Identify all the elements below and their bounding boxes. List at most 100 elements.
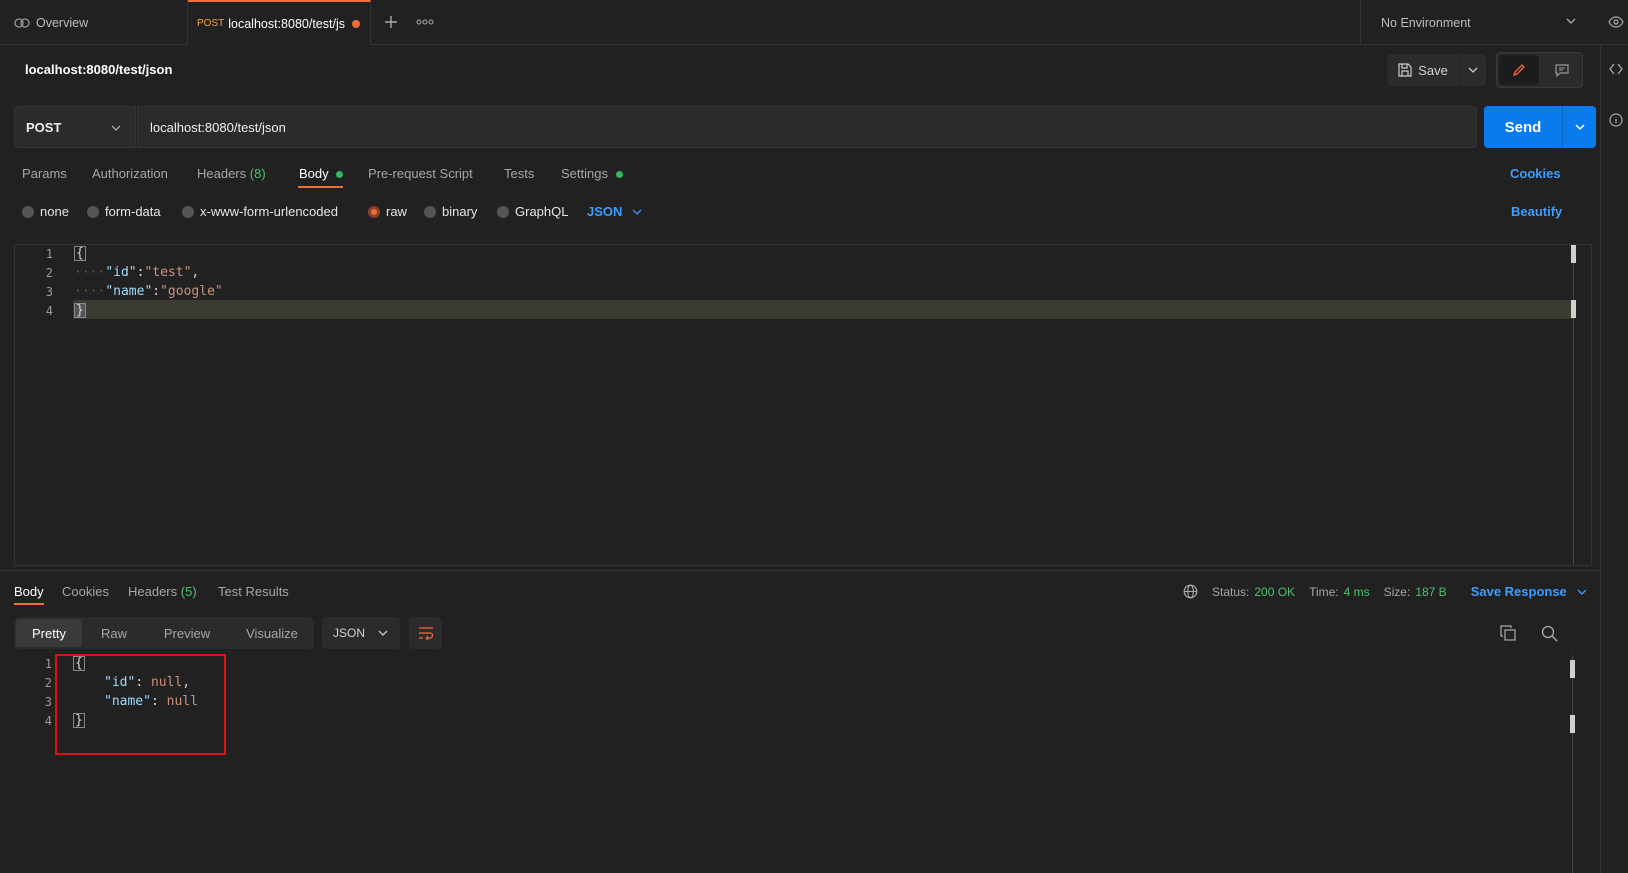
radio-raw[interactable]: [368, 205, 380, 218]
mode-toggle: [1496, 52, 1583, 88]
radio-none[interactable]: [22, 205, 34, 218]
option-urlencoded-label: x-www-form-urlencoded: [200, 204, 338, 219]
json-key: "id": [105, 265, 137, 280]
more-tabs-icon[interactable]: [416, 19, 434, 25]
option-urlencoded[interactable]: x-www-form-urlencoded: [182, 204, 338, 219]
code-icon[interactable]: [1609, 63, 1623, 75]
cookies-link[interactable]: Cookies: [1510, 166, 1561, 181]
line-number: 2: [44, 676, 52, 690]
tab-headers[interactable]: Headers (8): [197, 166, 266, 181]
response-tab-test-results[interactable]: Test Results: [218, 584, 289, 599]
request-body-editor[interactable]: 1 2 3 4 { ····"id":"test", ····"name":"g…: [14, 244, 1592, 566]
wrap-lines-button[interactable]: [409, 617, 442, 649]
view-visualize-button[interactable]: Visualize: [232, 617, 312, 649]
body-format-label: JSON: [587, 204, 623, 219]
unsaved-dot-icon: [351, 19, 360, 28]
line-number: 3: [44, 695, 52, 709]
status-value[interactable]: 200 OK: [1254, 585, 1295, 599]
view-preview-button[interactable]: Preview: [146, 617, 228, 649]
response-tab-cookies[interactable]: Cookies: [62, 584, 109, 599]
send-button[interactable]: Send: [1484, 106, 1562, 148]
response-scrollbar[interactable]: [1572, 655, 1573, 873]
beautify-link[interactable]: Beautify: [1511, 204, 1562, 219]
radio-graphql[interactable]: [497, 205, 509, 218]
comments-button[interactable]: [1543, 55, 1581, 85]
tab-pre-request-script[interactable]: Pre-request Script: [368, 166, 473, 181]
option-binary[interactable]: binary: [424, 204, 477, 219]
view-pretty-button[interactable]: Pretty: [16, 619, 82, 647]
pencil-icon: [1512, 63, 1526, 77]
eye-icon[interactable]: [1608, 15, 1624, 29]
current-line-highlight: [73, 300, 1575, 319]
option-none[interactable]: none: [22, 204, 69, 219]
radio-form-data[interactable]: [87, 205, 99, 218]
size-value[interactable]: 187 B: [1415, 585, 1446, 599]
response-format-select[interactable]: JSON: [322, 617, 400, 649]
size-label: Size:: [1383, 584, 1411, 599]
option-form-data[interactable]: form-data: [87, 204, 161, 219]
method-select[interactable]: POST: [14, 106, 136, 148]
tab-body[interactable]: Body: [299, 166, 344, 181]
tab-body-label: Body: [299, 166, 329, 181]
editor-scrollbar[interactable]: [1573, 245, 1574, 565]
save-button[interactable]: Save: [1387, 54, 1459, 86]
line-number: 1: [44, 657, 52, 671]
json-value: "google": [160, 284, 223, 299]
url-input[interactable]: localhost:8080/test/json: [137, 106, 1477, 148]
save-icon: [1398, 63, 1412, 77]
response-tab-body[interactable]: Body: [14, 584, 44, 599]
json-key: "name": [105, 284, 153, 299]
globe-icon[interactable]: [1183, 584, 1198, 599]
option-raw[interactable]: raw: [368, 204, 407, 219]
json-value: "test": [144, 265, 192, 280]
response-headers-count: (5): [180, 584, 197, 599]
option-graphql[interactable]: GraphQL: [497, 204, 568, 219]
send-options-button[interactable]: [1562, 106, 1596, 148]
time-value[interactable]: 4 ms: [1344, 585, 1370, 599]
request-title[interactable]: localhost:8080/test/json: [25, 62, 172, 77]
option-raw-label: raw: [386, 204, 407, 219]
status-label: Status:: [1212, 584, 1250, 599]
response-tab-headers[interactable]: Headers (5): [128, 584, 197, 599]
chevron-down-icon[interactable]: [1577, 589, 1587, 595]
response-body-viewer[interactable]: 1 2 3 4 { "id": null, "name": null }: [0, 655, 1580, 873]
scroll-marker: [1571, 300, 1576, 318]
save-response-button[interactable]: Save Response: [1471, 584, 1567, 599]
tab-authorization[interactable]: Authorization: [92, 166, 168, 181]
body-format-select[interactable]: JSON: [587, 204, 642, 219]
chevron-down-icon: [378, 630, 388, 636]
tab-settings-label: Settings: [561, 166, 608, 181]
info-icon[interactable]: [1609, 113, 1623, 127]
search-icon[interactable]: [1541, 625, 1558, 642]
tab-params[interactable]: Params: [22, 166, 67, 181]
tab-settings[interactable]: Settings: [561, 166, 623, 181]
response-active-underline: [14, 603, 44, 605]
tab-request[interactable]: POST localhost:8080/test/js: [188, 0, 371, 45]
tab-headers-label: Headers: [197, 166, 247, 181]
edit-button[interactable]: [1499, 55, 1539, 85]
environment-select[interactable]: No Environment: [1360, 0, 1628, 45]
radio-urlencoded[interactable]: [182, 205, 194, 218]
annotation-highlight-box: [55, 654, 226, 755]
new-tab-button[interactable]: [383, 14, 399, 30]
headers-count: (8): [249, 166, 266, 181]
view-raw-button[interactable]: Raw: [86, 617, 142, 649]
line-number: 4: [44, 714, 52, 728]
environment-label: No Environment: [1381, 15, 1471, 30]
tab-tests[interactable]: Tests: [504, 166, 534, 181]
tab-overview[interactable]: Overview: [0, 0, 188, 45]
comment-icon: [1555, 63, 1569, 77]
wrap-icon: [418, 626, 434, 640]
pane-divider[interactable]: [0, 570, 1600, 571]
copy-icon[interactable]: [1500, 625, 1516, 641]
scroll-marker: [1571, 245, 1576, 263]
save-options-button[interactable]: [1460, 54, 1486, 86]
option-form-data-label: form-data: [105, 204, 161, 219]
indent: ····: [74, 284, 106, 299]
chevron-down-icon: [1574, 124, 1585, 130]
response-view-group: Pretty Raw Preview Visualize: [14, 617, 314, 649]
option-graphql-label: GraphQL: [515, 204, 569, 219]
radio-binary[interactable]: [424, 205, 436, 218]
option-binary-label: binary: [442, 204, 478, 219]
line-number: 4: [45, 304, 53, 318]
